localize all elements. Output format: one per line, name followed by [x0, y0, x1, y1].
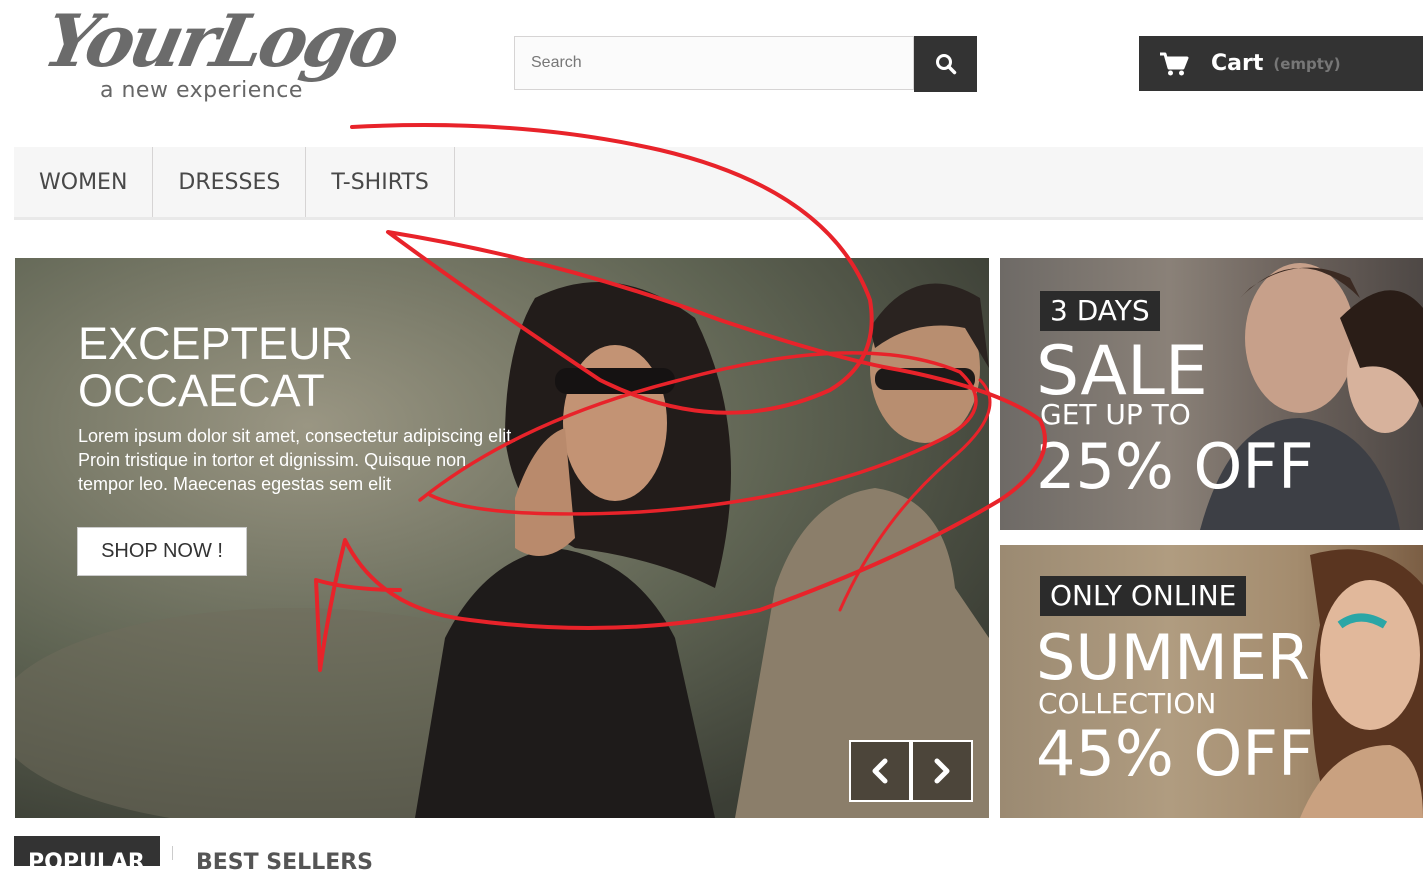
homepage-slider[interactable]: EXCEPTEUR OCCAECAT Lorem ipsum dolor sit… — [15, 258, 989, 818]
banner-sale-tag: 3 DAYS — [1040, 291, 1160, 331]
promo-banner-sale[interactable]: 3 DAYS SALE GET UP TO 25% OFF — [1000, 258, 1423, 530]
banner-sale-line3: 25% OFF — [1036, 430, 1314, 503]
promo-banner-summer[interactable]: ONLY ONLINE SUMMER COLLECTION 45% OFF — [1000, 545, 1423, 818]
main-menu: WOMEN DRESSES T-SHIRTS — [14, 147, 1423, 220]
logo-script-text: YourLogo — [36, 0, 404, 83]
tab-best-sellers[interactable]: BEST SELLERS — [196, 836, 373, 875]
chevron-left-icon — [872, 758, 888, 784]
cart-button[interactable]: Cart (empty) — [1139, 36, 1423, 91]
logo-tagline: a new experience — [100, 78, 303, 103]
slide-description: Lorem ipsum dolor sit amet, consectetur … — [78, 426, 517, 494]
menu-item-dresses[interactable]: DRESSES — [153, 147, 307, 217]
cart-icon — [1160, 52, 1189, 75]
cart-label: Cart — [1211, 51, 1264, 76]
menu-item-women[interactable]: WOMEN — [14, 147, 154, 217]
banner-summer-line3: 45% OFF — [1036, 717, 1314, 790]
banner-summer-tag: ONLY ONLINE — [1040, 576, 1247, 616]
cart-quantity: (empty) — [1273, 54, 1341, 73]
tab-popular[interactable]: POPULAR — [14, 836, 160, 866]
search-button[interactable] — [914, 36, 977, 92]
banner-summer-line2: COLLECTION — [1038, 687, 1217, 720]
menu-item-tshirts[interactable]: T-SHIRTS — [306, 147, 455, 217]
slider-nav — [849, 740, 973, 802]
site-logo[interactable]: YourLogo a new experience — [37, 0, 406, 104]
slide-title: EXCEPTEUR OCCAECAT — [78, 320, 498, 414]
banner-sale-line2: GET UP TO — [1040, 398, 1191, 431]
slider-next-button[interactable] — [911, 740, 973, 802]
slide-title-line-2: OCCAECAT — [78, 365, 325, 416]
chevron-right-icon — [934, 758, 950, 784]
search-input[interactable] — [514, 36, 914, 90]
slide-title-line-1: EXCEPTEUR — [78, 318, 354, 369]
banner-summer-line1: SUMMER — [1036, 621, 1310, 694]
search-icon — [935, 54, 956, 75]
search-form — [514, 36, 977, 92]
shop-now-button[interactable]: SHOP NOW ! — [77, 527, 247, 576]
slider-prev-button[interactable] — [849, 740, 911, 802]
